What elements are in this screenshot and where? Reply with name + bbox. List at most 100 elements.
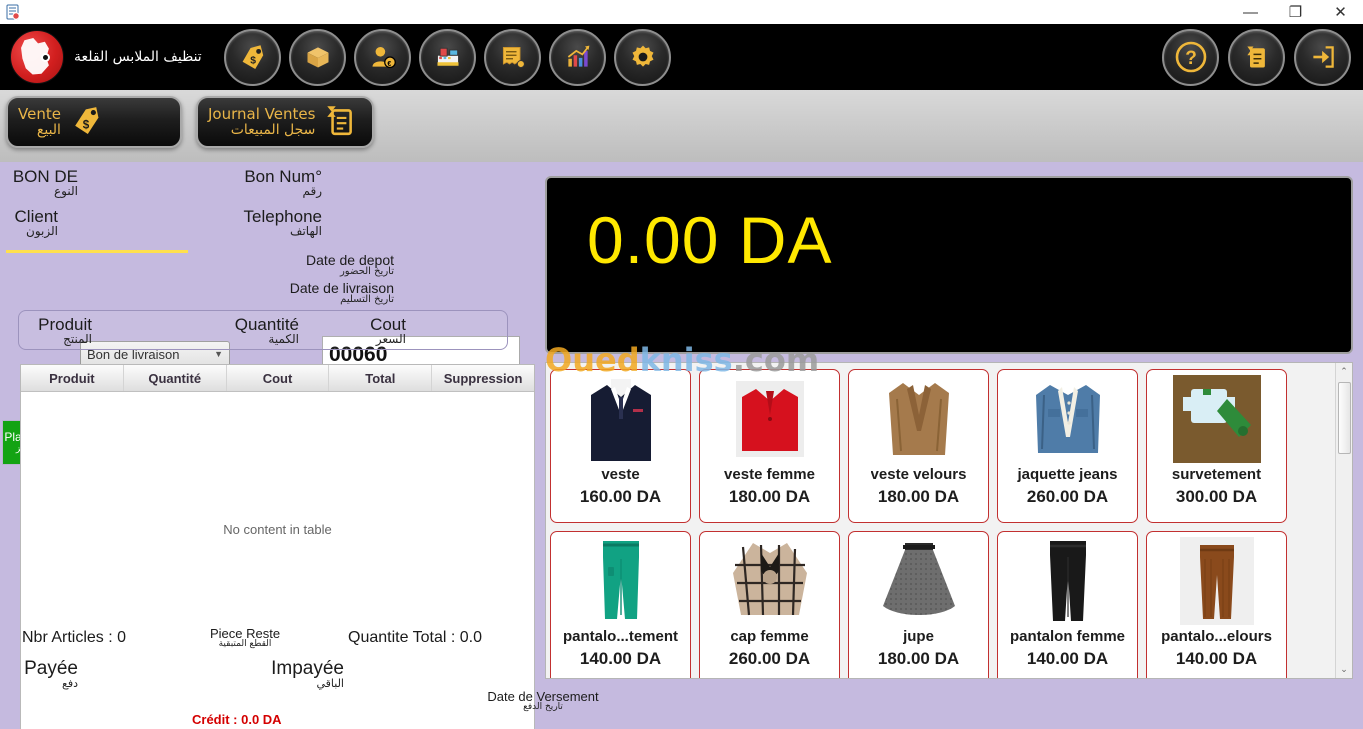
scroll-up-icon[interactable]: ⌃ <box>1336 363 1352 380</box>
product-name: jaquette jeans <box>1017 466 1118 483</box>
quantite-total-label: Quantite Total : 0.0 <box>348 629 483 646</box>
product-card[interactable]: survetement 300.00 DA <box>1146 369 1287 523</box>
svg-text:$: $ <box>250 56 256 67</box>
product-name: veste femme <box>724 466 815 483</box>
product-name: pantalo...elours <box>1161 628 1272 645</box>
svg-text:€: € <box>387 61 391 68</box>
product-price: 140.00 DA <box>579 649 662 668</box>
brand: تنظيف الملابس القلعة <box>0 30 210 84</box>
product-name: pantalo...tement <box>562 628 678 645</box>
telephone-label: Telephone الهاتف <box>243 207 322 238</box>
col-cout[interactable]: Cout <box>227 365 330 391</box>
product-price: 140.00 DA <box>1175 649 1258 668</box>
product-card[interactable]: pantalon femme 140.00 DA <box>997 531 1138 678</box>
nav-price-tag-icon[interactable]: $ <box>224 28 281 86</box>
nbr-articles-label: Nbr Articles : 0 <box>22 629 127 646</box>
tab-strip: Vente البيع $ Journal Ventes سجل المبيعا… <box>0 90 1363 253</box>
col-suppression[interactable]: Suppression <box>432 365 534 391</box>
product-grid-scrollbar[interactable]: ⌃ ⌄ <box>1335 363 1352 678</box>
product-name: veste velours <box>870 466 967 483</box>
tab-journal-ventes[interactable]: Journal Ventes سجل المبيعات <box>196 96 374 148</box>
product-thumbnail-cape-plaid <box>722 536 818 626</box>
product-thumbnail-blazer-red <box>722 374 818 464</box>
tab-journal-label-ar: سجل المبيعات <box>230 121 316 138</box>
date-depot-label: Date de depot تاريخ الحضور <box>306 252 394 277</box>
product-price: 260.00 DA <box>1026 487 1109 506</box>
product-card[interactable]: pantalo...elours 140.00 DA <box>1146 531 1287 678</box>
tab-vente-label-ar: البيع <box>36 121 61 138</box>
main-nav: $ € <box>224 28 671 86</box>
application-window: — ❐ ✕ تنظيف الملابس القلعة $ € ? Vente ا… <box>0 0 1363 729</box>
table-header: Produit Quantité Cout Total Suppression <box>21 365 534 392</box>
product-card[interactable]: jaquette jeans 260.00 DA <box>997 369 1138 523</box>
brand-name: تنظيف الملابس القلعة <box>74 49 202 65</box>
product-card[interactable]: jupe 180.00 DA <box>848 531 989 678</box>
nav-gear-icon[interactable] <box>614 28 671 86</box>
piece-reste-label: Piece Reste القطع المتبقية <box>209 626 281 649</box>
tab-journal-label-fr: Journal Ventes <box>208 104 316 123</box>
scrollbar-thumb[interactable] <box>1338 382 1351 454</box>
svg-text:$: $ <box>83 118 90 131</box>
product-price: 160.00 DA <box>579 487 662 506</box>
tab-vente-label-fr: Vente <box>18 104 61 123</box>
app-icon <box>0 0 26 24</box>
bon-num-label: Bon Num° رقم <box>244 167 322 198</box>
tab-vente[interactable]: Vente البيع $ <box>6 96 182 148</box>
product-price: 140.00 DA <box>1026 649 1109 668</box>
price-tag-icon: $ <box>69 103 105 142</box>
svg-text:?: ? <box>1185 48 1197 69</box>
maximize-button[interactable]: ❐ <box>1273 0 1318 24</box>
nav-chart-icon[interactable] <box>549 28 606 86</box>
company-logo-icon <box>10 30 64 84</box>
help-icon[interactable]: ? <box>1162 28 1219 86</box>
client-label: Client الزبون <box>14 207 58 238</box>
table-empty-message: No content in table <box>223 522 332 537</box>
product-grid-panel: veste 160.00 DA veste femme 180.00 DA veste … <box>545 362 1353 679</box>
quantite-label: Quantité الكمية <box>234 315 299 346</box>
product-card[interactable]: veste femme 180.00 DA <box>699 369 840 523</box>
product-thumbnail-trackpants-green <box>573 536 669 626</box>
product-thumbnail-suit-navy <box>573 374 669 464</box>
logout-icon[interactable] <box>1294 28 1351 86</box>
title-bar: — ❐ ✕ <box>0 0 1363 24</box>
product-grid: veste 160.00 DA veste femme 180.00 DA veste … <box>546 363 1328 678</box>
total-amount: 0.00 DA <box>587 203 833 277</box>
journal-icon <box>323 103 357 142</box>
product-thumbnail-pants-brown <box>1169 536 1265 626</box>
product-price: 300.00 DA <box>1175 487 1258 506</box>
close-button[interactable]: ✕ <box>1318 0 1363 24</box>
col-total[interactable]: Total <box>329 365 433 391</box>
product-name: survetement <box>1171 466 1262 483</box>
product-card[interactable]: cap femme 260.00 DA <box>699 531 840 678</box>
produit-label: Produit المنتج <box>38 315 92 346</box>
product-card[interactable]: veste 160.00 DA <box>550 369 691 523</box>
product-card[interactable]: veste velours 180.00 DA <box>848 369 989 523</box>
product-name: cap femme <box>730 628 809 645</box>
nav-client-icon[interactable]: € <box>354 28 411 86</box>
total-display: 0.00 DA <box>545 176 1353 354</box>
product-card[interactable]: pantalo...tement 140.00 DA <box>550 531 691 678</box>
cout-label: Cout السعر <box>370 315 406 346</box>
col-quantite[interactable]: Quantité <box>124 365 227 391</box>
chevron-down-icon: ▼ <box>214 349 223 359</box>
nav-box-icon[interactable] <box>289 28 346 86</box>
product-price: 180.00 DA <box>728 487 811 506</box>
product-name: pantalon femme <box>1009 628 1126 645</box>
nav-cash-register-icon[interactable] <box>419 28 476 86</box>
col-produit[interactable]: Produit <box>21 365 124 391</box>
product-thumbnail-tracksuit <box>1169 374 1265 464</box>
product-thumbnail-skirt-grey <box>871 536 967 626</box>
scroll-down-icon[interactable]: ⌄ <box>1336 661 1352 678</box>
nav-receipt-icon[interactable] <box>484 28 541 86</box>
bottom-bar: Date de Versement تاريخ الدفع Crédit <box>0 682 1363 729</box>
product-thumbnail-jacket-tan <box>871 374 967 464</box>
product-thumbnail-denim-jacket <box>1020 374 1116 464</box>
product-thumbnail-pants-black <box>1020 536 1116 626</box>
product-price: 180.00 DA <box>877 649 960 668</box>
app-header: تنظيف الملابس القلعة $ € ? <box>0 24 1363 90</box>
bon-de-label: BON DE النوع <box>12 167 78 198</box>
product-name: veste <box>601 466 640 483</box>
header-right-actions: ? <box>1162 28 1363 86</box>
report-icon[interactable] <box>1228 28 1285 86</box>
minimize-button[interactable]: — <box>1228 0 1273 24</box>
